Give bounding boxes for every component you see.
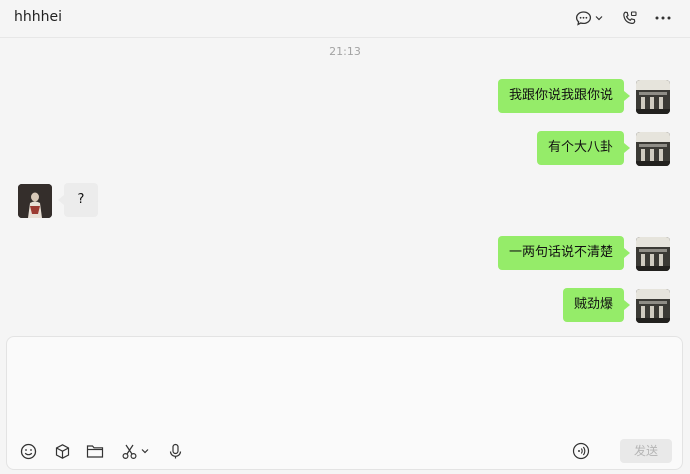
send-button[interactable]: 发送: [620, 439, 672, 463]
contact-avatar[interactable]: [18, 184, 52, 218]
my-avatar[interactable]: [636, 237, 670, 271]
chat-bubble-icon[interactable]: [574, 8, 592, 28]
message-row: 有个大八卦: [0, 131, 690, 167]
chat-header: hhhhei: [0, 0, 690, 38]
microphone-icon[interactable]: [165, 441, 185, 461]
more-icon[interactable]: [654, 8, 672, 28]
message-row: 我跟你说我跟你说: [0, 79, 690, 115]
my-avatar[interactable]: [636, 289, 670, 323]
my-message-bubble[interactable]: 一两句话说不清楚: [497, 236, 631, 270]
message-row: ?: [0, 183, 690, 219]
my-message-bubble[interactable]: 我跟你说我跟你说: [497, 79, 631, 113]
message-timestamp: 21:13: [329, 45, 361, 58]
message-input-area[interactable]: 发送: [6, 336, 683, 470]
chevron-down-icon[interactable]: [594, 8, 604, 28]
my-message-bubble[interactable]: 有个大八卦: [536, 131, 631, 165]
chevron-down-icon[interactable]: [139, 441, 151, 461]
voice-call-icon[interactable]: [620, 8, 638, 28]
folder-icon[interactable]: [85, 441, 105, 461]
cube-icon[interactable]: [52, 441, 72, 461]
message-row: 一两句话说不清楚: [0, 236, 690, 272]
my-avatar[interactable]: [636, 132, 670, 166]
voice-input-icon[interactable]: [571, 441, 591, 461]
message-row: 贼劲爆: [0, 288, 690, 324]
my-avatar[interactable]: [636, 80, 670, 114]
scissors-icon[interactable]: [119, 441, 139, 461]
chat-title: hhhhei: [14, 9, 62, 25]
my-message-bubble[interactable]: 贼劲爆: [562, 288, 631, 322]
emoji-icon[interactable]: [18, 441, 38, 461]
contact-message-bubble[interactable]: ?: [58, 183, 98, 217]
